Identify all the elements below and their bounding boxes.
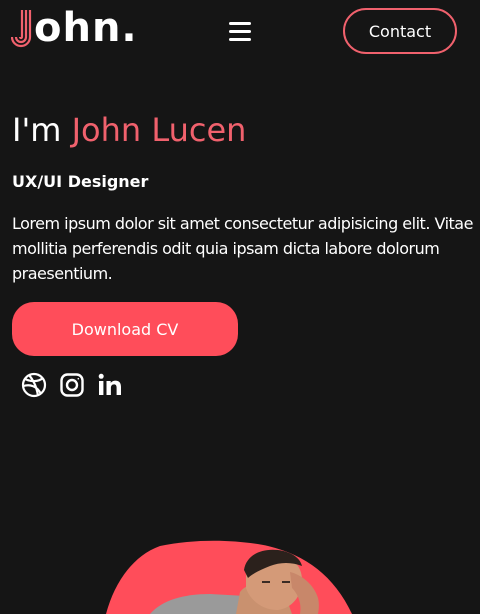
logo-j-mark	[11, 10, 32, 48]
hero-bio: Lorem ipsum dolor sit amet consectetur a…	[12, 214, 473, 283]
logo-text: ohn.	[34, 5, 138, 51]
hero-portrait	[106, 540, 352, 614]
instagram-icon[interactable]	[59, 372, 85, 398]
logo[interactable]: ohn.	[11, 6, 138, 50]
dribbble-icon[interactable]	[21, 372, 47, 398]
download-cv-button[interactable]: Download CV	[12, 302, 238, 356]
contact-button[interactable]: Contact	[343, 8, 457, 54]
hero-role: UX/UI Designer	[12, 172, 149, 191]
hero-illustration	[0, 500, 480, 614]
linkedin-icon[interactable]	[97, 372, 123, 398]
site-header: ohn. Contact	[0, 0, 480, 64]
hero-greeting: I'm	[12, 111, 72, 149]
hero-title: I'm John Lucen	[12, 108, 246, 152]
hamburger-icon[interactable]	[229, 22, 251, 42]
social-links	[21, 372, 123, 398]
hero-name: John Lucen	[71, 111, 247, 149]
